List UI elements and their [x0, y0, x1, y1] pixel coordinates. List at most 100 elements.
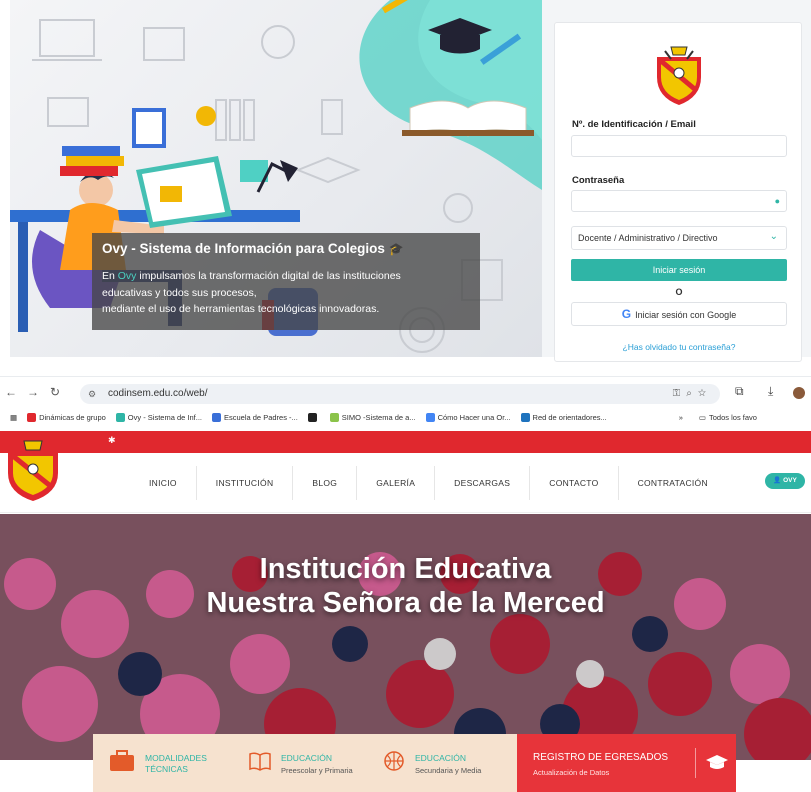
bookmark-item[interactable]	[307, 412, 320, 422]
card-modalidades[interactable]: MODALIDADES TÉCNICAS	[93, 734, 243, 792]
login-card: Nº. de Identificación / Email Contraseña…	[554, 22, 802, 362]
apps-icon[interactable]: ▦	[10, 413, 17, 422]
nav-contratacion[interactable]: CONTRATACIÓN	[619, 466, 727, 500]
bookmark-favicon	[307, 412, 317, 422]
site-logo-shield[interactable]	[4, 437, 62, 503]
caption-description: En Ovy impulsamos la transformación digi…	[102, 268, 470, 318]
google-icon: G	[621, 307, 632, 321]
school-shield-logo	[657, 46, 701, 105]
chevron-down-icon: ⌄	[769, 231, 778, 242]
graduation-cap-icon: 🎓	[388, 242, 404, 256]
card-title: EDUCACIÓN	[415, 753, 467, 763]
registro-egresados-card[interactable]: REGISTRO DE EGRESADOS Actualización de D…	[517, 734, 736, 792]
google-login-label: Iniciar sesión con Google	[635, 310, 737, 320]
bookmark-item[interactable]: Cómo Hacer una Or...	[425, 412, 511, 422]
briefcase-icon	[110, 750, 134, 771]
card-secundaria[interactable]: EDUCACIÓN Secundaria y Media	[379, 734, 517, 792]
ovy-caption: Ovy - Sistema de Información para Colegi…	[92, 233, 480, 330]
other-bookmarks-label: Todos los favo	[709, 412, 757, 422]
ovy-login-button[interactable]: 👤 OVY	[765, 473, 805, 489]
quick-links-strip: MODALIDADES TÉCNICAS EDUCACIÓN Preescola…	[93, 734, 736, 792]
registro-subtitle: Actualización de Datos	[533, 768, 610, 777]
nav-descargas[interactable]: DESCARGAS	[435, 466, 531, 500]
download-icon[interactable]: ⤓	[768, 384, 773, 399]
education-cards: MODALIDADES TÉCNICAS EDUCACIÓN Preescola…	[93, 734, 517, 792]
url-text: codinsem.edu.co/web/	[108, 388, 208, 399]
bookmark-label: Dinámicas de grupo	[39, 412, 106, 422]
zoom-icon[interactable]: ⌕	[686, 388, 698, 399]
card-title: MODALIDADES	[145, 753, 207, 763]
caption-title: Ovy - Sistema de Información para Colegi…	[102, 241, 470, 256]
nav-galeria[interactable]: GALERÍA	[357, 466, 436, 500]
book-icon	[249, 752, 271, 771]
students-crowd-photo	[0, 514, 811, 760]
login-button[interactable]: Iniciar sesión	[571, 259, 787, 281]
nav-blog[interactable]: BLOG	[293, 466, 358, 500]
nav-inicio[interactable]: INICIO	[130, 466, 197, 500]
star-icon[interactable]: ☆	[698, 388, 712, 399]
main-menu: INICIO INSTITUCIÓN BLOG GALERÍA DESCARGA…	[130, 453, 727, 513]
card-preescolar[interactable]: EDUCACIÓN Preescolar y Primaria	[243, 734, 379, 792]
extensions-icon[interactable]: ⧉	[735, 384, 744, 399]
bookmark-favicon	[520, 412, 530, 422]
role-select-value: Docente / Administrativo / Directivo	[578, 233, 718, 243]
bookmark-favicon	[329, 412, 339, 422]
nav-institucion[interactable]: INSTITUCIÓN	[197, 466, 294, 500]
bookmark-item[interactable]: Ovy - Sistema de Inf...	[115, 412, 202, 422]
basketball-icon	[384, 751, 404, 771]
card-title-line2: TÉCNICAS	[145, 764, 188, 774]
bookmark-item[interactable]: SIMO -Sistema de a...	[329, 412, 416, 422]
card-subtitle: Secundaria y Media	[415, 766, 482, 775]
user-icon: 👤	[773, 477, 784, 484]
forgot-password-link[interactable]: ¿Has olvidado tu contraseña?	[555, 342, 803, 352]
caption-line1-prefix: En	[102, 270, 118, 282]
bookmark-label: Cómo Hacer una Or...	[437, 412, 511, 422]
password-input[interactable]: ●	[571, 190, 787, 212]
caption-line3: mediante el uso de herramientas tecnológ…	[102, 303, 380, 315]
bookmark-label: Escuela de Padres -...	[224, 412, 298, 422]
id-email-input[interactable]	[571, 135, 787, 157]
caption-line1-rest: impulsamos la transformación digital de …	[136, 270, 401, 282]
hero-title-line1: Institución Educativa	[259, 553, 552, 585]
profile-avatar[interactable]	[793, 387, 805, 399]
bookmark-favicon	[425, 412, 435, 422]
bookmark-label: Red de orientadores...	[532, 412, 607, 422]
bookmark-item[interactable]: Red de orientadores...	[520, 412, 607, 422]
reload-icon[interactable]: ↻	[44, 385, 66, 399]
ovy-login-screen: Ovy - Sistema de Información para Colegi…	[10, 0, 811, 362]
nav-contacto[interactable]: CONTACTO	[530, 466, 619, 500]
bookmark-favicon	[27, 412, 37, 422]
bookmark-item[interactable]: Dinámicas de grupo	[27, 412, 106, 422]
eye-icon[interactable]: ●	[775, 196, 780, 206]
hero-title-line2: Nuestra Señora de la Merced	[206, 587, 605, 619]
login-panel: Nº. de Identificación / Email Contraseña…	[542, 0, 811, 362]
folder-icon: ▭	[698, 412, 707, 422]
role-select[interactable]: Docente / Administrativo / Directivo ⌄	[571, 226, 787, 250]
top-red-bar	[0, 431, 811, 453]
omnibox-actions: ⚿⌕☆	[673, 384, 712, 404]
page: Ovy - Sistema de Información para Colegi…	[0, 0, 811, 792]
divider	[0, 376, 811, 377]
ovy-button-label: OVY	[783, 477, 797, 484]
caption-brand: Ovy	[117, 270, 137, 282]
graduation-cap-icon	[695, 748, 733, 778]
forward-icon[interactable]: →	[22, 385, 44, 399]
bookmark-item[interactable]: Escuela de Padres -...	[212, 412, 298, 422]
back-icon[interactable]: ←	[0, 385, 22, 399]
password-label: Contraseña	[572, 175, 625, 186]
gear-icon[interactable]: ✱	[108, 435, 116, 446]
caption-title-text: Ovy - Sistema de Información para Colegi…	[102, 241, 385, 256]
registro-title: REGISTRO DE EGRESADOS	[533, 752, 669, 763]
hero-illustration: Ovy - Sistema de Información para Colegi…	[10, 0, 542, 357]
bookmarks-bar: ▦ Dinámicas de grupo Ovy - Sistema de In…	[0, 406, 811, 428]
card-title: EDUCACIÓN	[281, 753, 333, 763]
other-bookmarks-folder[interactable]: ▭ Todos los favo	[699, 413, 757, 422]
key-icon[interactable]: ⚿	[673, 388, 687, 399]
hero-title: Institución Educativa Nuestra Señora de …	[0, 552, 811, 620]
google-login-button[interactable]: G Iniciar sesión con Google	[571, 302, 787, 326]
hero-banner: Institución Educativa Nuestra Señora de …	[0, 514, 811, 760]
site-info-icon[interactable]: ⚙	[88, 384, 96, 404]
or-separator: O	[675, 287, 683, 297]
address-bar[interactable]: ⚙ codinsem.edu.co/web/ ⚿⌕☆	[80, 384, 720, 404]
more-bookmarks-button[interactable]: »	[679, 413, 683, 422]
